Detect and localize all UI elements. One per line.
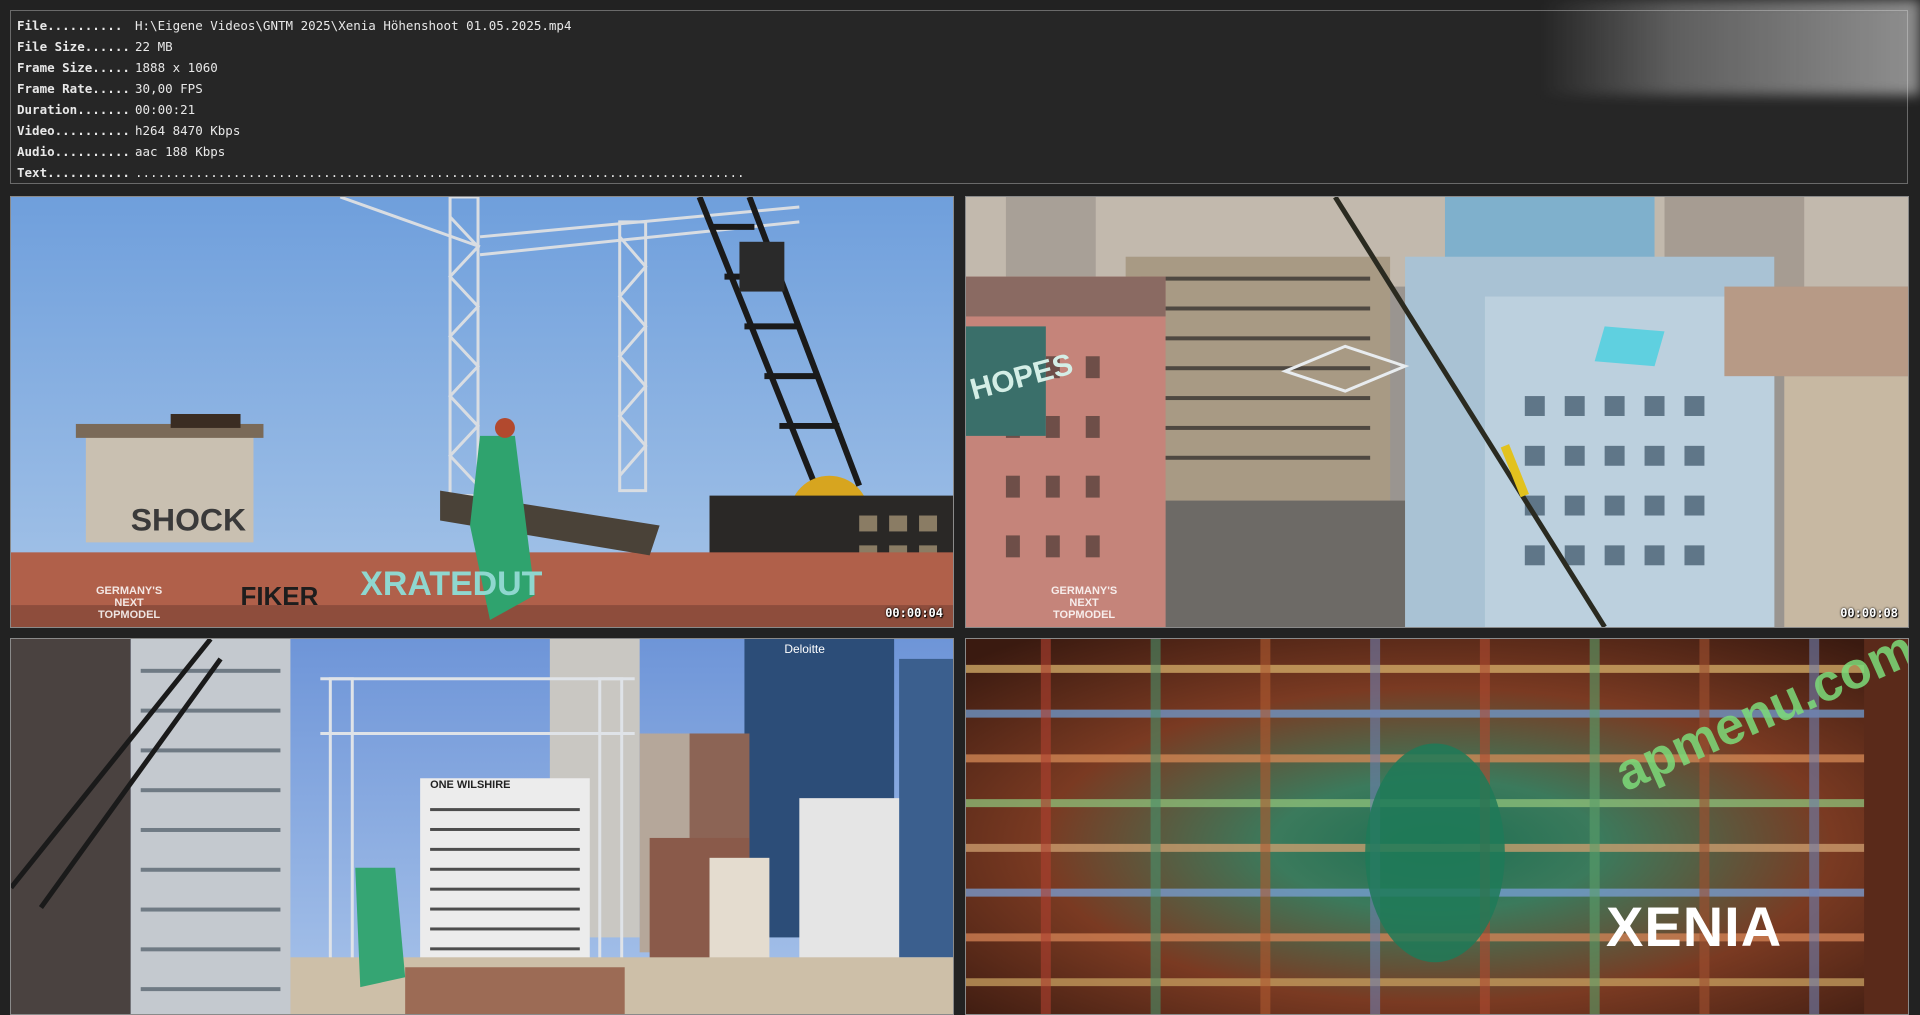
building-sign-deloitte: Deloitte [784,642,825,656]
graffiti-xratedut: XRATEDUT [360,565,542,603]
thumbnail-frame-4[interactable]: XENIA apmenu.com [965,638,1909,1015]
crane-rooftop-scene: XRATEDUT FIKER SHOCK [11,197,953,627]
timestamp-label: 00:00:04 [885,606,943,620]
graffiti-shock: SHOCK [131,501,246,537]
info-row-video: Video.......... h264 8470 Kbps [17,123,241,138]
title-xenia: XENIA [1606,895,1783,958]
graffiti-fiker: FIKER [241,583,319,611]
blurred-corner-overlay [1540,0,1920,95]
thumbnail-frame-2[interactable]: HOPES GERMANY'S NEXT TOPMODEL 00:00:08 [965,196,1909,628]
info-row-audio: Audio.......... aac 188 Kbps [17,144,226,159]
timestamp-label: 00:00:08 [1840,606,1898,620]
thumbnail-frame-3[interactable]: Deloitte ONE WILSHIRE [10,638,954,1015]
gntm-logo: GERMANY'S NEXT TOPMODEL [96,585,163,621]
skyline-scene: Deloitte ONE WILSHIRE [11,639,953,1014]
thumbnail-frame-1[interactable]: XRATEDUT FIKER SHOCK GERMANY'S NEXT TOPM… [10,196,954,628]
aerial-city-scene: HOPES [966,197,1908,627]
info-row-text: Text....................................… [17,165,745,180]
gntm-logo: GERMANY'S NEXT TOPMODEL [1051,585,1118,621]
info-row-duration: Duration....... 00:00:21 [17,102,196,117]
building-sign-one-wilshire: ONE WILSHIRE [430,779,510,791]
